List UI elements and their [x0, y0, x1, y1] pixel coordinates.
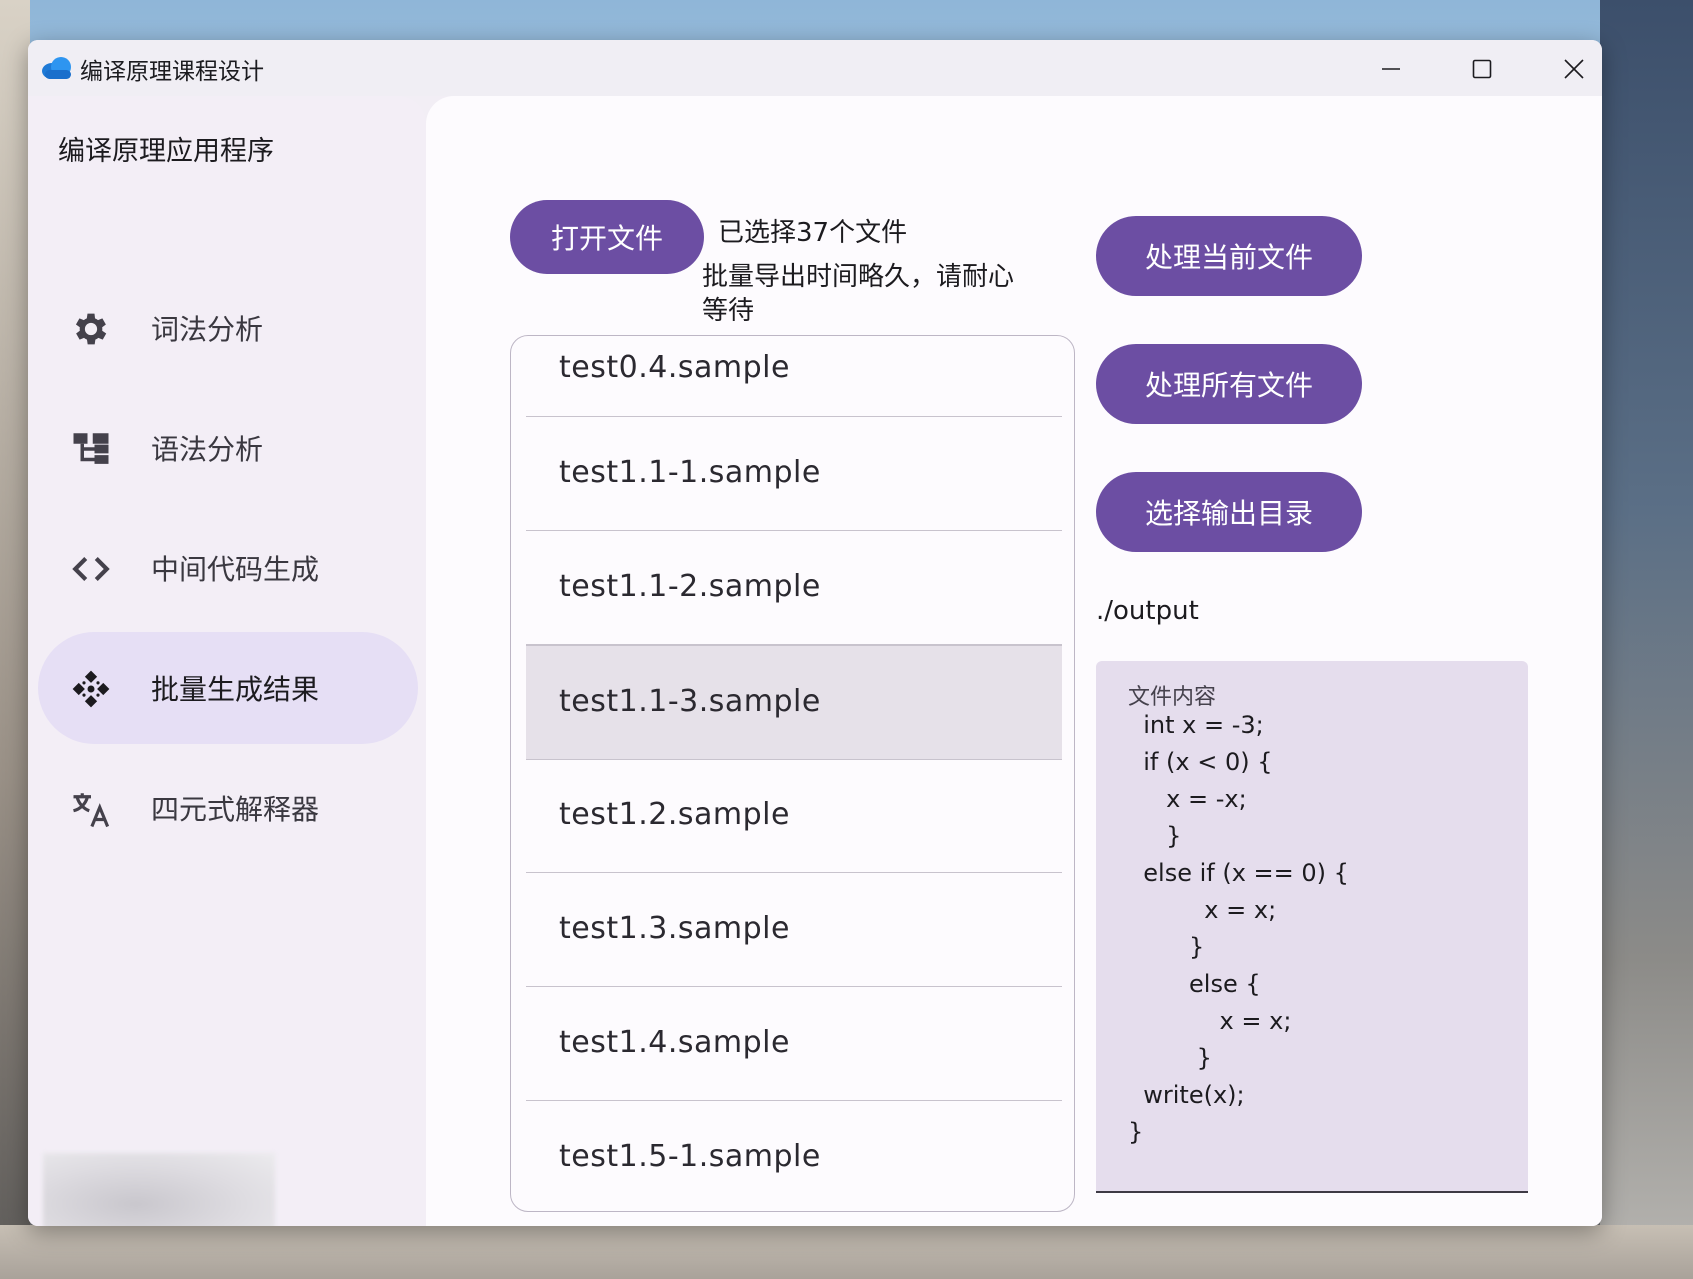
desktop-wallpaper-right — [1600, 0, 1693, 1279]
export-note-text: 批量导出时间略久，请耐心等待 — [702, 262, 1015, 326]
file-name: test1.2.sample — [559, 797, 790, 832]
navigation-sidebar: 编译原理应用程序 词法分析 语法分析 中间代码生成 批量生成结果 四元式解释器 — [28, 96, 426, 1226]
file-name: test1.3.sample — [559, 911, 790, 946]
tree-structure-icon — [73, 433, 109, 464]
file-name: test1.1-3.sample — [559, 684, 821, 719]
nav-item-lexical-analysis[interactable]: 词法分析 — [38, 272, 418, 384]
open-file-button[interactable]: 打开文件 — [510, 200, 704, 274]
file-list-item[interactable]: test1.5-1.sample — [526, 1101, 1062, 1211]
file-name: test1.1-1.sample — [559, 455, 821, 490]
nav-item-quadruple-interpreter[interactable]: 四元式解释器 — [38, 752, 418, 864]
nav-label-syntax-analysis: 语法分析 — [151, 433, 264, 466]
file-list-item[interactable]: test1.3.sample — [526, 873, 1062, 987]
nav-label-quadruple-interpreter: 四元式解释器 — [151, 793, 320, 826]
file-list[interactable]: test0.4.sample test1.1-1.sample test1.1-… — [510, 335, 1075, 1212]
minimize-button[interactable] — [1353, 46, 1429, 92]
file-list-item[interactable]: test1.2.sample — [526, 759, 1062, 873]
file-name: test1.4.sample — [559, 1025, 790, 1060]
nav-item-syntax-analysis[interactable]: 语法分析 — [38, 392, 418, 504]
minimize-icon — [1382, 68, 1400, 70]
desktop-wallpaper-left — [0, 0, 30, 1279]
main-content: 打开文件 已选择37个文件 批量导出时间略久，请耐心等待 test0.4.sam… — [426, 96, 1602, 1226]
maximize-icon — [1472, 59, 1492, 79]
cloud-app-icon — [42, 57, 71, 79]
diamond-dots-icon — [72, 670, 110, 708]
nav-item-intermediate-code[interactable]: 中间代码生成 — [38, 512, 418, 624]
process-current-file-button[interactable]: 处理当前文件 — [1096, 216, 1362, 296]
gear-icon — [75, 313, 107, 345]
file-name: test0.4.sample — [559, 350, 790, 385]
close-button[interactable] — [1536, 46, 1602, 92]
user-avatar-blurred — [43, 1153, 275, 1226]
output-path-text: ./output — [1096, 596, 1199, 626]
nav-label-lexical-analysis: 词法分析 — [151, 313, 264, 346]
file-content-textarea[interactable]: 文件内容 int x = -3; if (x < 0) { x = -x; } … — [1096, 661, 1528, 1193]
sidebar-app-title: 编译原理应用程序 — [58, 136, 274, 167]
file-name: test1.1-2.sample — [559, 569, 821, 604]
translate-icon — [73, 793, 110, 828]
file-list-item[interactable]: test1.1-2.sample — [526, 531, 1062, 645]
file-name: test1.5-1.sample — [559, 1139, 821, 1174]
file-list-item[interactable]: test0.4.sample — [526, 336, 1062, 417]
nav-item-batch-generate[interactable]: 批量生成结果 — [38, 632, 418, 744]
code-brackets-icon — [72, 557, 110, 581]
nav-label-batch-generate: 批量生成结果 — [151, 673, 320, 706]
maximize-button[interactable] — [1444, 46, 1520, 92]
file-content-text: int x = -3; if (x < 0) { x = -x; } else … — [1128, 711, 1349, 1146]
close-icon — [1564, 59, 1584, 79]
nav-label-intermediate-code: 中间代码生成 — [151, 553, 320, 586]
title-bar[interactable]: 编译原理课程设计 — [28, 40, 1602, 96]
process-all-files-button[interactable]: 处理所有文件 — [1096, 344, 1362, 424]
window-title: 编译原理课程设计 — [80, 59, 264, 85]
file-list-item[interactable]: test1.1-1.sample — [526, 417, 1062, 531]
file-list-item-hovered[interactable]: test1.1-3.sample — [526, 645, 1062, 760]
file-list-item[interactable]: test1.4.sample — [526, 987, 1062, 1101]
choose-output-directory-button[interactable]: 选择输出目录 — [1096, 472, 1362, 552]
app-window: 编译原理课程设计 编译原理应用程序 词法分析 语法分析 中间代码生成 批量生成结… — [28, 40, 1602, 1226]
selected-count-text: 已选择37个文件 — [718, 218, 908, 248]
desktop-wallpaper-bottom — [0, 1225, 1693, 1279]
